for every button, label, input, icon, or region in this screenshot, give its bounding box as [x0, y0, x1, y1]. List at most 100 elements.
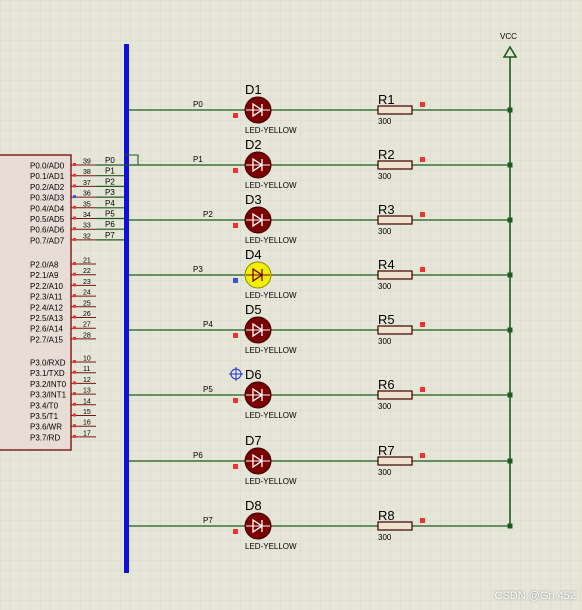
led-type-label: LED-YELLOW	[245, 346, 297, 355]
resistor-r3-icon[interactable]	[377, 215, 413, 225]
port2-pin-name: P2.0/A8	[30, 261, 59, 270]
port3-pin-name: P3.0/RXD	[30, 359, 66, 368]
resistor-pin-marker	[420, 212, 425, 217]
led-d5-icon[interactable]	[244, 316, 272, 344]
port0-pin-name: P0.5/AD5	[30, 215, 65, 224]
resistor-value: 300	[378, 227, 392, 236]
circuit-schematic[interactable]: P0.0/AD0 39 P0 P0.1/AD1 38 P1 P0.2/AD2 37 P2 P0.3…	[0, 0, 582, 610]
resistor-value: 300	[378, 337, 392, 346]
led-designator: D4	[245, 247, 262, 262]
net-label: P4	[203, 320, 213, 329]
port2-pin-name: P2.2/A10	[30, 282, 63, 291]
port2-pin-number: 26	[83, 311, 91, 318]
resistor-value: 300	[378, 172, 392, 181]
led-d2-icon[interactable]	[244, 151, 272, 179]
led-d3-icon[interactable]	[244, 206, 272, 234]
led-type-label: LED-YELLOW	[245, 477, 297, 486]
port3-pin-marker	[73, 360, 76, 363]
resistor-designator: R6	[378, 377, 395, 392]
port3-pin-number: 10	[83, 356, 91, 363]
port0-pin-name: P0.4/AD4	[30, 204, 65, 213]
port0-pin-marker	[73, 173, 76, 177]
port0-pin-number: 34	[83, 212, 91, 219]
led-d6-icon[interactable]	[244, 381, 272, 409]
led-designator: D8	[245, 498, 262, 513]
led-type-label: LED-YELLOW	[245, 126, 297, 135]
port3-pin-marker	[73, 381, 76, 385]
watermark: CSDN @Gn.452	[494, 590, 576, 602]
led-d8-icon[interactable]	[244, 512, 272, 540]
resistor-r8-icon[interactable]	[377, 521, 413, 531]
port3-pin-number: 16	[83, 420, 91, 427]
rail-junction-dot	[507, 107, 513, 113]
led-designator: D6	[245, 367, 262, 382]
resistor-designator: R7	[378, 443, 395, 458]
resistor-value: 300	[378, 282, 392, 291]
resistor-value: 300	[378, 402, 392, 411]
port3-pin-name: P3.6/WR	[30, 423, 62, 432]
led-pin-marker	[233, 278, 238, 283]
vcc-label: VCC	[500, 32, 517, 41]
port0-pin-number: 39	[83, 159, 91, 166]
port2-pin-marker	[73, 315, 76, 319]
port0-pin-marker	[73, 205, 76, 209]
resistor-r5-icon[interactable]	[377, 325, 413, 335]
port3-pin-marker	[73, 370, 76, 374]
led-pin-marker	[233, 168, 238, 173]
net-label: P7	[203, 516, 213, 525]
port3-pin-marker	[73, 392, 76, 396]
resistor-r6-icon[interactable]	[377, 390, 413, 400]
resistor-value: 300	[378, 117, 392, 126]
resistor-pin-marker	[420, 453, 425, 458]
port3-pin-number: 14	[83, 398, 91, 405]
led-d4-icon[interactable]	[244, 261, 272, 289]
port3-pin-marker	[73, 402, 76, 406]
port2-pin-number: 22	[83, 268, 91, 275]
rail-junction-dot	[507, 327, 513, 333]
port0-pin-number: 38	[83, 169, 91, 176]
port-bus[interactable]	[124, 44, 129, 573]
port0-pin-marker	[73, 195, 76, 199]
port2-pin-number: 21	[83, 258, 91, 265]
port0-pin-marker	[73, 227, 76, 231]
port3-pin-name: P3.5/T1	[30, 412, 59, 421]
rail-junction-dot	[507, 217, 513, 223]
resistor-pin-marker	[420, 267, 425, 272]
port2-pin-number: 24	[83, 290, 91, 297]
port0-pin-number: 33	[83, 223, 91, 230]
resistor-r1-icon[interactable]	[377, 105, 413, 115]
port0-pin-number: 36	[83, 191, 91, 198]
net-label: P1	[193, 155, 203, 164]
port0-net-label: P1	[105, 167, 115, 176]
led-d1-icon[interactable]	[244, 96, 272, 124]
port3-pin-marker	[73, 413, 76, 417]
resistor-designator: R4	[378, 257, 395, 272]
port3-pin-number: 12	[83, 377, 91, 384]
port2-pin-name: P2.4/A12	[30, 303, 63, 312]
led-designator: D3	[245, 192, 262, 207]
led-designator: D7	[245, 433, 262, 448]
port2-pin-name: P2.5/A13	[30, 314, 63, 323]
port2-pin-number: 25	[83, 300, 91, 307]
port2-pin-marker	[73, 283, 76, 287]
resistor-pin-marker	[420, 387, 425, 392]
port3-pin-number: 17	[83, 430, 91, 437]
port3-pin-number: 15	[83, 409, 91, 416]
port3-pin-marker	[73, 434, 76, 438]
port0-pin-marker	[73, 216, 76, 220]
resistor-r7-icon[interactable]	[377, 456, 413, 466]
resistor-pin-marker	[420, 518, 425, 523]
port2-pin-marker	[73, 326, 76, 330]
port3-pin-name: P3.4/T0	[30, 401, 59, 410]
led-pin-marker	[233, 223, 238, 228]
port0-pin-marker	[73, 184, 76, 188]
port0-pin-name: P0.6/AD6	[30, 226, 65, 235]
port2-pin-marker	[73, 262, 76, 265]
led-designator: D1	[245, 82, 262, 97]
led-d7-icon[interactable]	[244, 447, 272, 475]
resistor-r4-icon[interactable]	[377, 270, 413, 280]
port2-pin-name: P2.1/A9	[30, 271, 59, 280]
resistor-value: 300	[378, 533, 392, 542]
net-label: P0	[193, 100, 203, 109]
resistor-r2-icon[interactable]	[377, 160, 413, 170]
